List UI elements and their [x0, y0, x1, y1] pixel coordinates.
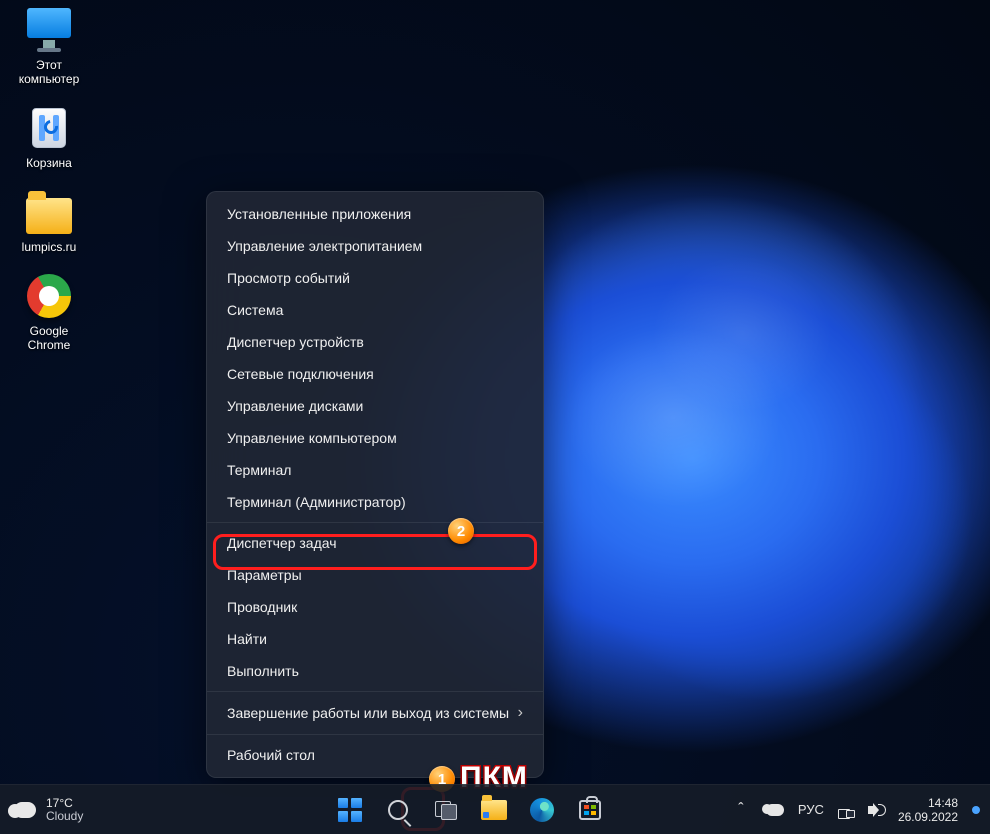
taskbar-task-view[interactable]	[427, 791, 465, 829]
onedrive-icon[interactable]	[766, 804, 784, 816]
taskbar-explorer[interactable]	[475, 791, 513, 829]
menu-item-label: Установленные приложения	[227, 206, 411, 222]
menu-item-label: Проводник	[227, 599, 297, 615]
desktop-icon-recycle-bin[interactable]: Корзина	[8, 104, 90, 170]
weather-icon	[14, 802, 36, 818]
menu-item-system[interactable]: Система	[207, 294, 543, 326]
menu-separator	[207, 522, 543, 523]
desktop-icon-label: Этот компьютер	[8, 58, 90, 86]
network-icon[interactable]	[838, 803, 854, 817]
menu-item-explorer[interactable]: Проводник	[207, 591, 543, 623]
windows-logo-icon	[338, 798, 362, 822]
chrome-icon	[25, 272, 73, 320]
menu-item-label: Управление компьютером	[227, 430, 397, 446]
taskbar-clock[interactable]: 14:48 26.09.2022	[898, 796, 958, 824]
menu-item-event-viewer[interactable]: Просмотр событий	[207, 262, 543, 294]
desktop-icon-label: Корзина	[8, 156, 90, 170]
menu-item-label: Терминал	[227, 462, 291, 478]
menu-item-device-manager[interactable]: Диспетчер устройств	[207, 326, 543, 358]
menu-item-disk-management[interactable]: Управление дисками	[207, 390, 543, 422]
menu-separator	[207, 734, 543, 735]
menu-item-label: Найти	[227, 631, 267, 647]
weather-temp: 17°C	[46, 797, 83, 810]
menu-item-label: Управление дисками	[227, 398, 363, 414]
folder-icon	[25, 188, 73, 236]
volume-icon[interactable]	[868, 803, 884, 817]
edge-icon	[530, 798, 554, 822]
taskbar: 17°C Cloudy ˆ РУС 14:48 26.09.202	[0, 784, 990, 834]
desktop-icons: Этот компьютер Корзина lumpics.ru Google…	[8, 6, 98, 370]
taskbar-edge[interactable]	[523, 791, 561, 829]
taskbar-tray: ˆ РУС 14:48 26.09.2022	[730, 791, 990, 829]
taskbar-search[interactable]	[379, 791, 417, 829]
start-context-menu: Установленные приложения Управление элек…	[206, 191, 544, 778]
menu-item-label: Выполнить	[227, 663, 299, 679]
menu-item-label: Рабочий стол	[227, 747, 315, 763]
menu-item-settings[interactable]: Параметры	[207, 559, 543, 591]
menu-item-label: Система	[227, 302, 283, 318]
menu-item-label: Терминал (Администратор)	[227, 494, 406, 510]
menu-item-desktop[interactable]: Рабочий стол	[207, 739, 543, 771]
menu-item-computer-management[interactable]: Управление компьютером	[207, 422, 543, 454]
monitor-icon	[25, 6, 73, 54]
menu-item-search[interactable]: Найти	[207, 623, 543, 655]
taskbar-widgets[interactable]: 17°C Cloudy	[0, 797, 210, 823]
notification-dot-icon[interactable]	[972, 806, 980, 814]
weather-text: 17°C Cloudy	[46, 797, 83, 823]
menu-item-label: Завершение работы или выход из системы	[227, 705, 509, 721]
microsoft-store-icon	[579, 800, 601, 820]
menu-item-terminal[interactable]: Терминал	[207, 454, 543, 486]
menu-item-label: Просмотр событий	[227, 270, 350, 286]
menu-item-label: Диспетчер устройств	[227, 334, 364, 350]
menu-item-power-options[interactable]: Управление электропитанием	[207, 230, 543, 262]
task-view-icon	[435, 801, 457, 819]
file-explorer-icon	[481, 800, 507, 820]
menu-item-label: Управление электропитанием	[227, 238, 422, 254]
desktop-icon-this-pc[interactable]: Этот компьютер	[8, 6, 90, 86]
desktop-icon-folder[interactable]: lumpics.ru	[8, 188, 90, 254]
menu-item-run[interactable]: Выполнить	[207, 655, 543, 687]
menu-item-terminal-admin[interactable]: Терминал (Администратор)	[207, 486, 543, 518]
taskbar-store[interactable]	[571, 791, 609, 829]
search-icon	[388, 800, 408, 820]
menu-item-label: Параметры	[227, 567, 302, 583]
desktop-icon-label: Google Chrome	[8, 324, 90, 352]
menu-item-label: Диспетчер задач	[227, 535, 337, 551]
recycle-bin-icon	[25, 104, 73, 152]
language-indicator[interactable]: РУС	[798, 802, 824, 817]
taskbar-center	[210, 791, 730, 829]
weather-cond: Cloudy	[46, 810, 83, 823]
start-button[interactable]	[331, 791, 369, 829]
tray-overflow[interactable]: ˆ	[730, 791, 752, 829]
clock-date: 26.09.2022	[898, 810, 958, 824]
menu-item-label: Сетевые подключения	[227, 366, 374, 382]
menu-item-shutdown-signout[interactable]: Завершение работы или выход из системы	[207, 696, 543, 730]
desktop-icon-chrome[interactable]: Google Chrome	[8, 272, 90, 352]
menu-item-installed-apps[interactable]: Установленные приложения	[207, 198, 543, 230]
menu-separator	[207, 691, 543, 692]
clock-time: 14:48	[898, 796, 958, 810]
menu-item-task-manager[interactable]: Диспетчер задач	[207, 527, 543, 559]
desktop-icon-label: lumpics.ru	[8, 240, 90, 254]
menu-item-network-connections[interactable]: Сетевые подключения	[207, 358, 543, 390]
